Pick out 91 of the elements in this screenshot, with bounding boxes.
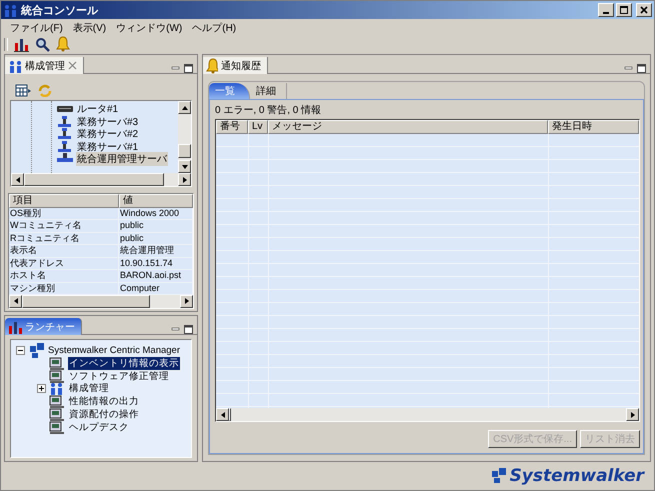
table-cell: BARON.aoi.pst (119, 270, 193, 282)
scroll-right-button[interactable] (626, 408, 639, 421)
tree-item[interactable]: 統合運用管理サーバ (76, 152, 168, 166)
table-cell: Computer (119, 282, 193, 294)
server-icon (57, 116, 73, 128)
column-header[interactable]: 発生日時 (548, 120, 639, 134)
bell-icon (206, 58, 218, 74)
scroll-thumb[interactable] (22, 294, 150, 308)
panel-tab[interactable]: ランチャー (5, 318, 82, 335)
table-cell: 統合運用管理 (119, 245, 193, 257)
tree-item[interactable]: ヘルプデスク (68, 420, 130, 434)
scroll-left-button[interactable] (11, 173, 24, 186)
tree-item[interactable]: 業務サーバ#2 (76, 127, 140, 142)
tree-item[interactable]: 業務サーバ#3 (76, 114, 140, 129)
column-header[interactable]: 番号 (216, 120, 248, 134)
expand-toggle[interactable] (16, 346, 25, 355)
people-icon (49, 381, 65, 396)
tree-item[interactable]: 資源配付の操作 (68, 408, 140, 421)
close-button[interactable] (636, 3, 652, 17)
table-icon[interactable] (15, 83, 31, 97)
table-cell: 10.90.151.74 (119, 258, 193, 270)
chart-icon (8, 320, 22, 334)
close-icon[interactable] (68, 61, 77, 70)
menu-item[interactable]: ウィンドウ(W) (111, 20, 188, 34)
vertical-scrollbar[interactable] (178, 101, 191, 173)
magnifier-icon[interactable] (35, 36, 50, 52)
tree-item[interactable]: 構成管理 (68, 382, 110, 396)
logo-icon (28, 342, 44, 358)
column-header[interactable]: 値 (119, 194, 193, 208)
menu-item[interactable]: ヘルプ(H) (187, 20, 242, 34)
people-icon (8, 58, 22, 72)
horizontal-scrollbar[interactable] (9, 294, 193, 308)
computer-icon (49, 420, 65, 435)
column-header[interactable]: 項目 (9, 194, 119, 208)
scroll-thumb[interactable] (178, 144, 191, 158)
scroll-left-button[interactable] (216, 408, 229, 421)
panel-tab[interactable]: 構成管理 (5, 57, 84, 74)
computer-icon (49, 356, 65, 371)
scroll-right-button[interactable] (180, 294, 193, 308)
horizontal-scrollbar[interactable] (216, 408, 639, 421)
scroll-right-button[interactable] (178, 173, 191, 186)
panel-tab[interactable]: 通知履歴 (203, 57, 268, 74)
table-cell: マシン種別 (9, 282, 119, 294)
tab[interactable]: 一覧 (209, 83, 250, 99)
minimize-button[interactable] (598, 3, 614, 17)
table-cell: public (119, 220, 193, 232)
scroll-up-button[interactable] (178, 101, 191, 114)
maximize-button[interactable] (616, 3, 632, 17)
table-cell: Rコミュニティ名 (9, 232, 119, 244)
tab[interactable]: 詳細 (250, 83, 287, 99)
scroll-down-button[interactable] (178, 160, 191, 173)
expand-toggle[interactable] (37, 384, 46, 394)
table-cell: 表示名 (9, 245, 119, 257)
menu-item[interactable]: ファイル(F) (5, 20, 68, 34)
bar-chart-icon[interactable] (14, 36, 29, 52)
computer-icon (49, 406, 65, 422)
table-cell: public (119, 232, 193, 244)
table-cell: 代表アドレス (9, 258, 119, 270)
table-cell: ホスト名 (9, 270, 119, 282)
tree-item[interactable]: インベントリ情報の表示 (68, 356, 180, 370)
maximize-icon[interactable] (637, 64, 646, 73)
maximize-icon[interactable] (184, 325, 193, 334)
scroll-thumb[interactable] (24, 173, 164, 186)
brand-logo: Systemwalker (510, 466, 644, 486)
window-title: 統合コンソール (21, 4, 98, 18)
minimize-icon (603, 12, 609, 14)
table-cell: Wコミュニティ名 (9, 220, 119, 232)
server-icon (57, 128, 73, 140)
tree-item[interactable]: 業務サーバ#1 (76, 140, 140, 154)
tree-item[interactable]: ルータ#1 (76, 102, 120, 116)
scroll-thumb[interactable] (229, 408, 231, 421)
menu-item[interactable]: 表示(V) (68, 20, 112, 34)
maximize-icon (619, 5, 629, 15)
column-header[interactable]: Lv (248, 120, 268, 134)
close-icon (639, 5, 649, 15)
tree-item[interactable]: Systemwalker Centric Manager (47, 344, 181, 356)
maximize-icon[interactable] (184, 64, 193, 73)
logo-icon (490, 467, 508, 485)
app-icon (3, 2, 18, 18)
bell-icon[interactable] (56, 36, 70, 52)
horizontal-scrollbar[interactable] (11, 173, 191, 186)
table-cell: OS種別 (9, 208, 119, 220)
status-summary: 0 エラー, 0 警告, 0 情報 (215, 104, 322, 118)
table-cell: Windows 2000 (119, 208, 193, 220)
computer-icon (49, 394, 65, 410)
server-icon (57, 140, 73, 153)
computer-icon (49, 368, 65, 384)
tree-item[interactable]: 性能情報の出力 (68, 395, 140, 408)
tree-item[interactable]: ソフトウェア修正管理 (68, 370, 170, 382)
scroll-left-button[interactable] (9, 294, 22, 308)
column-header[interactable]: メッセージ (268, 120, 548, 134)
